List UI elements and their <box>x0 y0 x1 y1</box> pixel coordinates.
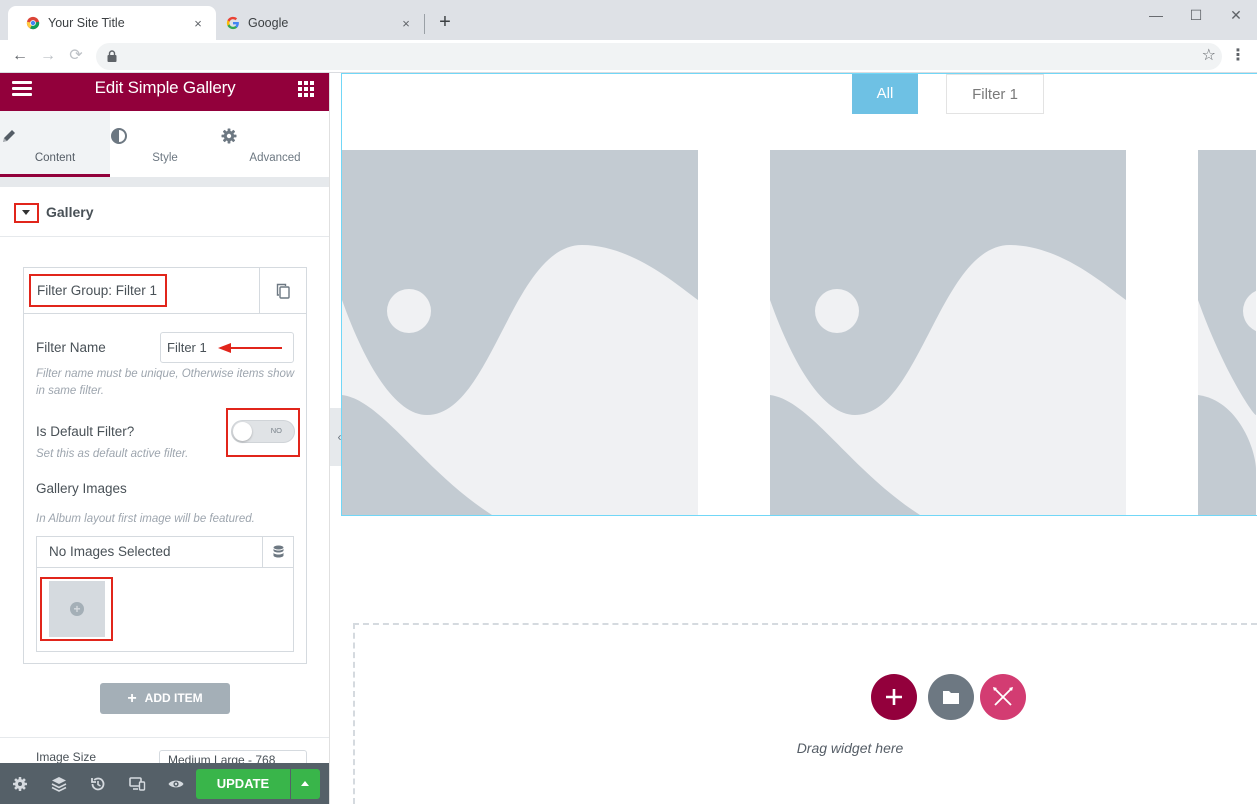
database-icon <box>273 545 284 558</box>
responsive-icon[interactable] <box>128 775 146 793</box>
image-size-control: Image Size Medium Large - 768 <box>0 737 329 770</box>
chrome-icon <box>26 16 40 30</box>
gear-icon <box>221 128 237 144</box>
panel-title: Edit Simple Gallery <box>94 78 236 97</box>
tab-label: Content <box>34 152 76 164</box>
add-images-highlight: + <box>40 577 113 641</box>
add-template-button[interactable] <box>928 674 974 720</box>
close-window-button[interactable]: ✕ <box>1216 4 1256 26</box>
new-tab-button[interactable]: + <box>434 10 456 34</box>
tab-label: Style <box>152 152 178 164</box>
tab-style[interactable]: Style <box>110 111 220 177</box>
section-title: Gallery <box>46 204 94 220</box>
tab-title: Your Site Title <box>48 16 125 30</box>
repeater-item-header[interactable]: Filter Group: Filter 1 <box>24 268 306 314</box>
panel-footer: UPDATE <box>0 763 329 804</box>
image-placeholder[interactable] <box>342 150 698 515</box>
section-separator <box>0 177 329 187</box>
drag-widget-hint: Drag widget here <box>796 740 904 756</box>
widgets-grid-icon[interactable] <box>298 81 314 97</box>
pencil-icon <box>3 130 15 142</box>
filter-name-help: Filter name must be unique, Otherwise it… <box>36 368 295 397</box>
minimize-button[interactable]: — <box>1136 4 1176 26</box>
back-button[interactable]: ← <box>8 44 32 68</box>
default-filter-toggle[interactable]: NO <box>231 420 295 443</box>
panel-tabs: Content Style Advanced <box>0 111 329 177</box>
image-placeholder[interactable] <box>770 150 1126 515</box>
google-icon <box>226 16 239 30</box>
add-images-button[interactable]: + <box>49 581 105 637</box>
tab-close-icon[interactable]: × <box>190 16 206 31</box>
gear-icon[interactable] <box>11 775 29 793</box>
add-item-label: ADD ITEM <box>144 691 203 705</box>
plus-circle-icon: + <box>70 602 84 616</box>
tab-label: Advanced <box>249 152 301 164</box>
gallery-images-field: No Images Selected + <box>36 536 294 652</box>
forward-button[interactable]: → <box>36 44 60 68</box>
save-options-button[interactable] <box>291 769 320 799</box>
bookmark-star-icon[interactable]: ☆ <box>1202 45 1216 65</box>
duplicate-button[interactable] <box>259 268 306 313</box>
panel-body: Filter Group: Filter 1 Filter Name Filte… <box>0 237 329 737</box>
gallery-images-help: In Album layout first image will be feat… <box>36 513 255 525</box>
panel-header: Edit Simple Gallery <box>0 73 329 111</box>
caret-down-icon <box>22 210 30 215</box>
editor-panel: Edit Simple Gallery Content Style Advanc… <box>0 73 330 804</box>
image-placeholder[interactable] <box>1198 150 1256 515</box>
address-bar-row: ← → ⟳ ☆ ⋮ <box>0 40 1257 73</box>
gallery-images-label: Gallery Images <box>36 481 127 496</box>
filter-all-button[interactable]: All <box>852 74 918 114</box>
caret-up-icon <box>301 781 309 786</box>
gallery-widget[interactable]: All Filter 1 <box>341 73 1257 516</box>
plus-icon: + <box>127 690 137 707</box>
toggle-state: NO <box>270 426 282 435</box>
clear-gallery-button[interactable] <box>262 537 293 567</box>
half-circle-icon <box>111 128 127 144</box>
image-size-label: Image Size <box>36 750 97 764</box>
crossed-tools-icon <box>993 687 1013 706</box>
filter-name-label: Filter Name <box>36 340 106 355</box>
toggle-knob <box>233 422 252 441</box>
update-button[interactable]: UPDATE <box>196 769 290 799</box>
default-filter-highlight: NO <box>226 408 300 457</box>
lock-icon <box>107 50 117 62</box>
maximize-button[interactable]: ☐ <box>1176 4 1216 26</box>
copy-icon <box>276 283 290 299</box>
history-icon[interactable] <box>89 775 107 793</box>
tab-advanced[interactable]: Advanced <box>220 111 329 177</box>
annotation-arrow-icon <box>218 343 282 353</box>
add-section-button[interactable] <box>871 674 917 720</box>
theme-builder-button[interactable] <box>980 674 1026 720</box>
gallery-images-header: No Images Selected <box>37 537 293 568</box>
add-item-button[interactable]: + ADD ITEM <box>100 683 230 714</box>
folder-icon <box>943 691 959 704</box>
section-toggle-highlight[interactable] <box>14 203 39 223</box>
tab-content[interactable]: Content <box>0 111 110 177</box>
layers-icon[interactable] <box>50 775 68 793</box>
repeater-item: Filter Group: Filter 1 Filter Name Filte… <box>23 267 307 664</box>
default-filter-label: Is Default Filter? <box>36 424 135 439</box>
browser-tab-google[interactable]: Google × <box>216 6 424 40</box>
browser-tabstrip: Your Site Title × Google × + — ☐ ✕ <box>0 0 1257 40</box>
default-filter-help: Set this as default active filter. <box>36 448 189 460</box>
no-images-text: No Images Selected <box>49 544 171 559</box>
browser-menu-icon[interactable]: ⋮ <box>1228 45 1248 67</box>
filter-1-button[interactable]: Filter 1 <box>946 74 1044 114</box>
repeater-item-title[interactable]: Filter Group: Filter 1 <box>29 274 167 307</box>
tab-close-icon[interactable]: × <box>398 16 414 31</box>
reload-button[interactable]: ⟳ <box>64 44 88 68</box>
plus-icon <box>886 689 902 705</box>
section-gallery-header[interactable]: Gallery <box>0 187 329 237</box>
add-section-dropzone[interactable]: Drag widget here <box>353 623 1257 804</box>
browser-tab-site[interactable]: Your Site Title × <box>8 6 216 40</box>
address-input[interactable]: ☆ <box>96 43 1222 70</box>
tab-title: Google <box>248 16 289 30</box>
tab-separator <box>424 14 425 34</box>
eye-icon[interactable] <box>167 775 185 793</box>
